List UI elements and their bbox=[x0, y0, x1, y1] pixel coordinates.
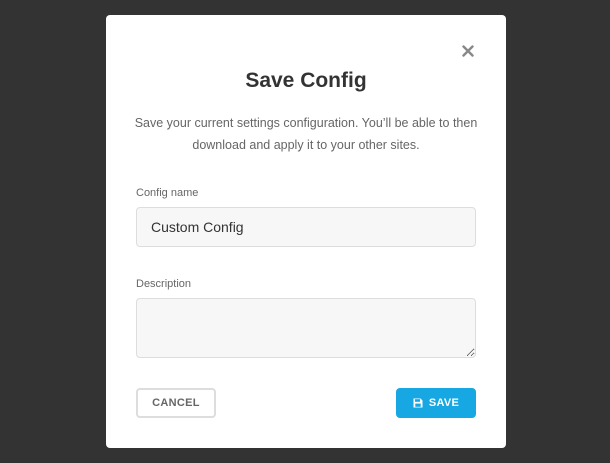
save-config-dialog: Save Config Save your current settings c… bbox=[106, 15, 506, 448]
floppy-disk-icon bbox=[413, 398, 423, 408]
description-textarea[interactable] bbox=[136, 298, 476, 358]
dialog-description: Save your current settings configuration… bbox=[134, 116, 478, 152]
close-button[interactable] bbox=[458, 41, 478, 61]
description-label: Description bbox=[136, 278, 192, 290]
config-name-label: Config name bbox=[136, 187, 199, 199]
dialog-title: Save Config bbox=[245, 69, 367, 92]
config-name-input[interactable] bbox=[136, 207, 476, 247]
save-button[interactable]: SAVE bbox=[396, 388, 476, 418]
save-button-label: SAVE bbox=[428, 397, 460, 409]
close-icon bbox=[462, 45, 474, 57]
cancel-button[interactable]: CANCEL bbox=[136, 388, 216, 418]
